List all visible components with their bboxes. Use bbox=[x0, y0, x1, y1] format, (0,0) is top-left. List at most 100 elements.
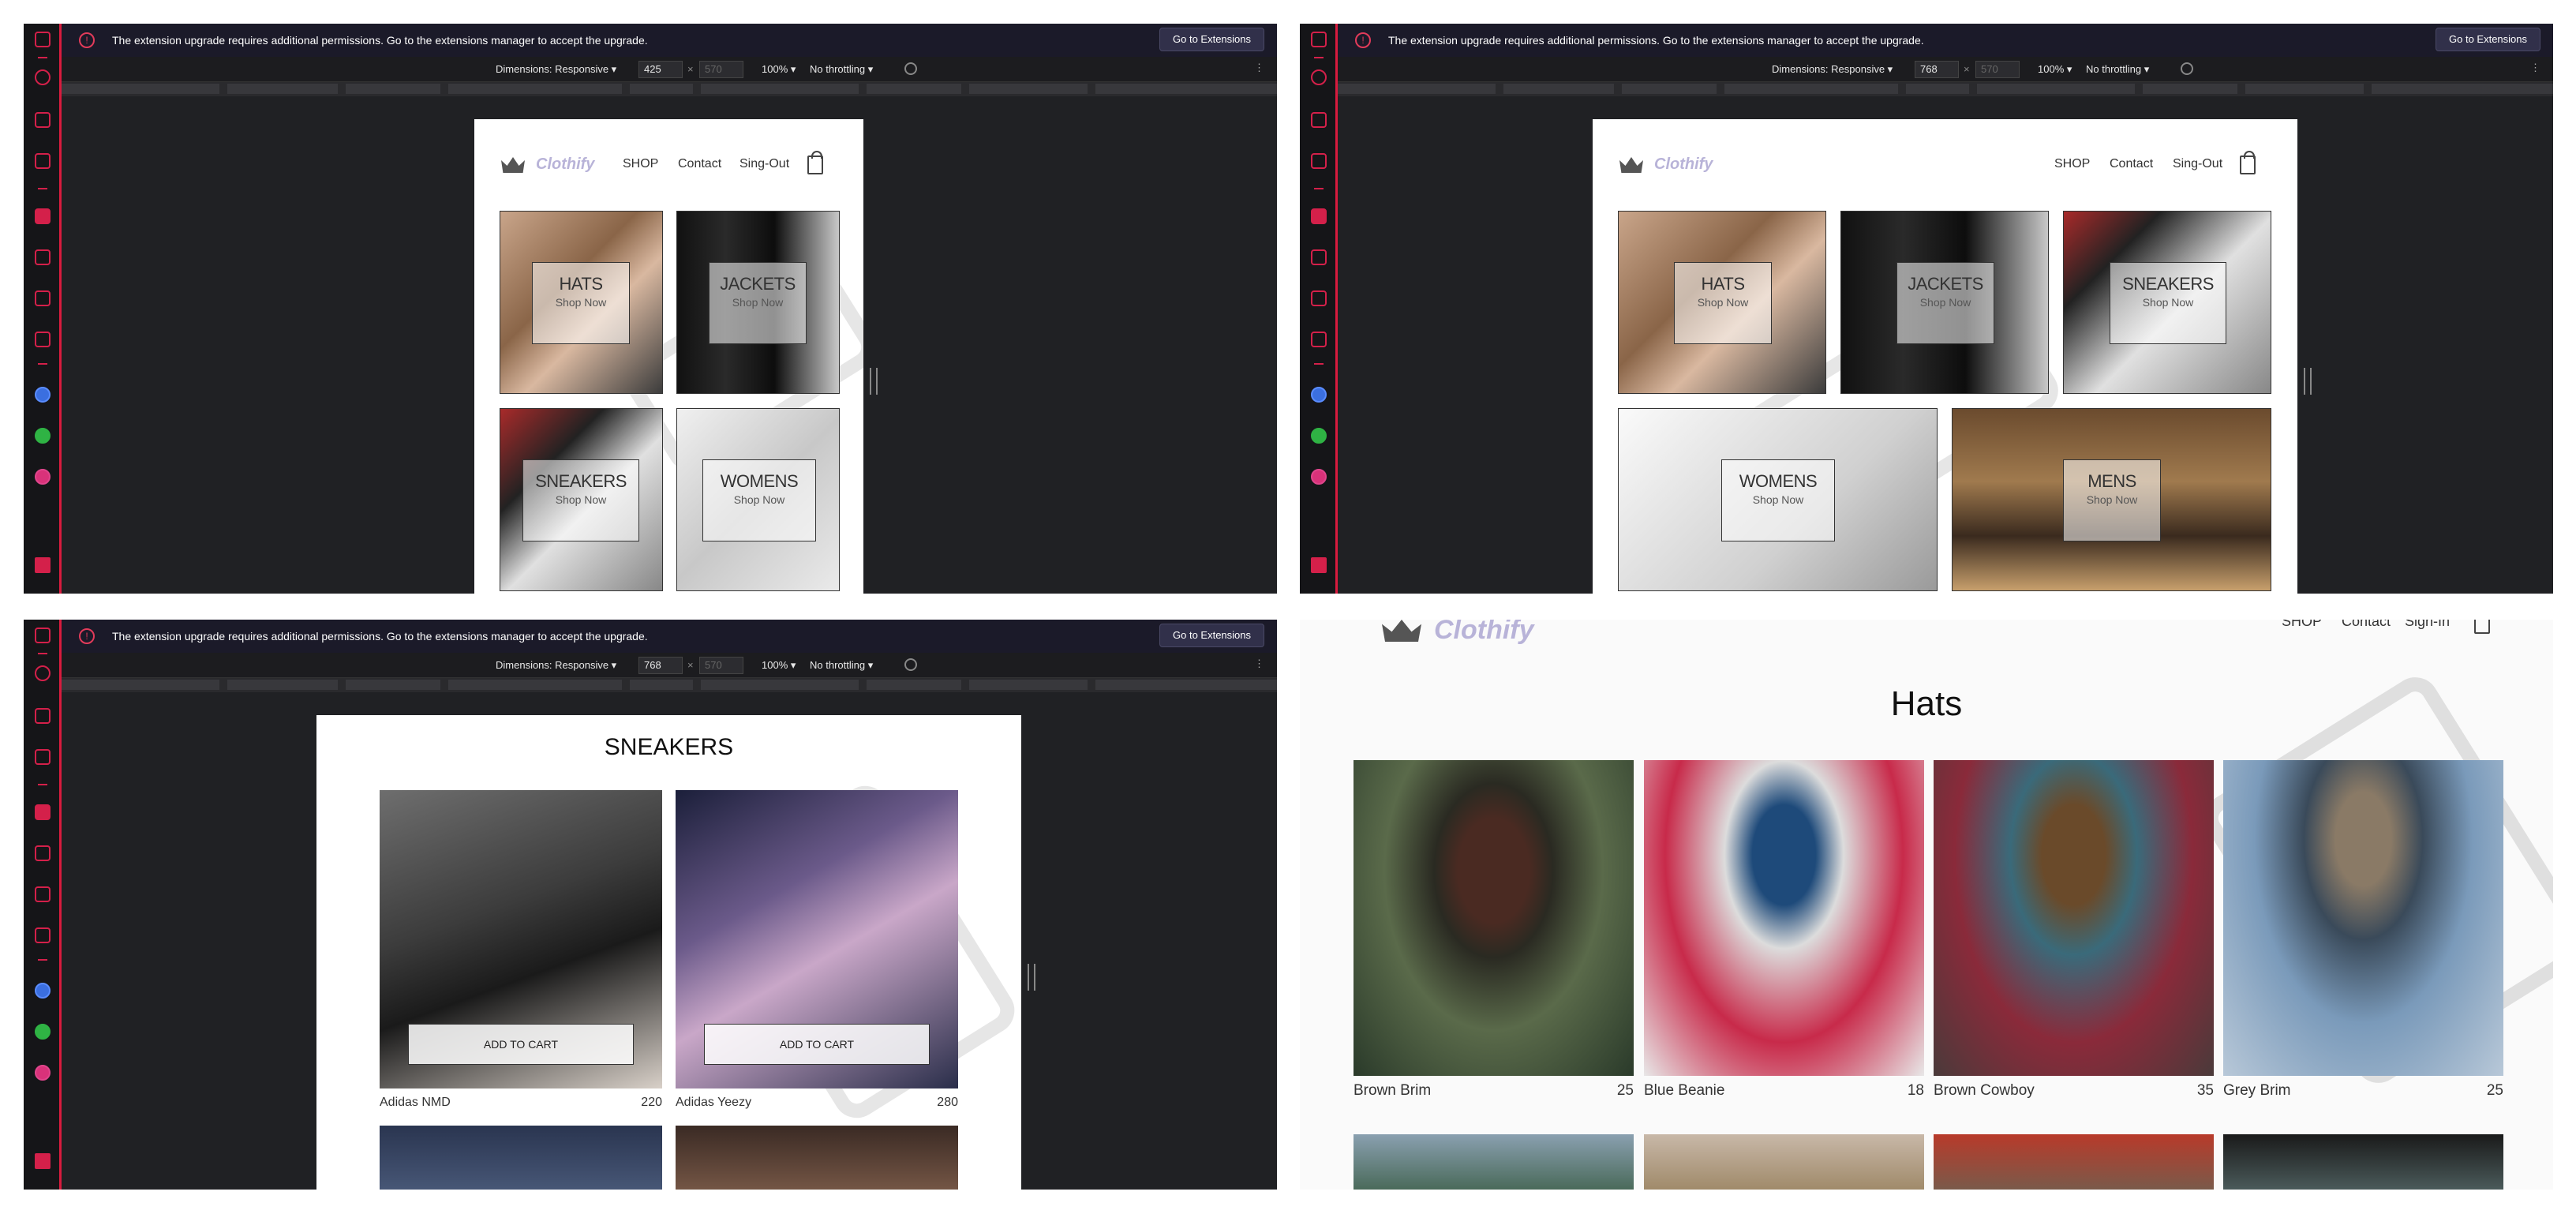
briefcase-icon[interactable] bbox=[35, 845, 51, 861]
instagram-icon[interactable] bbox=[35, 469, 51, 485]
home-icon[interactable] bbox=[1311, 208, 1327, 224]
category-tile-jackets[interactable]: JACKETS Shop Now bbox=[1840, 211, 2049, 394]
go-to-extensions-button[interactable]: Go to Extensions bbox=[2436, 28, 2540, 51]
nav-shop[interactable]: SHOP bbox=[2282, 620, 2322, 630]
height-input[interactable]: 570 bbox=[699, 657, 743, 674]
logo-text[interactable]: Clothify bbox=[536, 155, 594, 174]
throttling-dropdown[interactable]: No throttling ▾ bbox=[810, 63, 873, 76]
category-tile-womens[interactable]: WOMENS Shop Now bbox=[676, 408, 840, 591]
add-to-cart-button[interactable]: ADD TO CART bbox=[408, 1024, 634, 1065]
product-card[interactable]: ADD TO CART bbox=[676, 790, 958, 1088]
dimensions-dropdown[interactable]: Dimensions: Responsive ▾ bbox=[496, 659, 616, 672]
nav-contact[interactable]: Contact bbox=[2110, 157, 2153, 171]
add-to-cart-button[interactable]: ADD TO CART bbox=[704, 1024, 930, 1065]
product-card[interactable]: ADD TO CART bbox=[380, 790, 662, 1088]
box-icon[interactable] bbox=[35, 153, 51, 169]
category-tile-sneakers[interactable]: SNEAKERS Shop Now bbox=[2063, 211, 2271, 394]
nav-signout[interactable]: Sing-Out bbox=[2173, 157, 2222, 171]
briefcase-icon[interactable] bbox=[35, 249, 51, 265]
product-card[interactable] bbox=[1644, 760, 1924, 1076]
product-card[interactable] bbox=[1934, 760, 2214, 1076]
crown-logo-icon[interactable] bbox=[501, 157, 525, 173]
more-options-icon[interactable]: ⋮ bbox=[2530, 62, 2540, 74]
nav-shop[interactable]: SHOP bbox=[2054, 157, 2090, 171]
messenger-icon[interactable] bbox=[35, 983, 51, 999]
crown-logo-icon[interactable] bbox=[1619, 157, 1643, 173]
whatsapp-icon[interactable] bbox=[35, 1024, 51, 1040]
rotate-icon[interactable] bbox=[2181, 62, 2193, 75]
nav-shop[interactable]: SHOP bbox=[623, 157, 658, 171]
logo-text[interactable]: Clothify bbox=[1654, 155, 1713, 174]
go-to-extensions-button[interactable]: Go to Extensions bbox=[1159, 28, 1264, 51]
crown-icon[interactable] bbox=[35, 886, 51, 902]
bag-icon[interactable] bbox=[1311, 112, 1327, 128]
instagram-icon[interactable] bbox=[1311, 469, 1327, 485]
mail-icon[interactable] bbox=[1311, 32, 1327, 47]
speed-dial-icon[interactable] bbox=[1311, 69, 1327, 85]
product-card[interactable] bbox=[1354, 1134, 1634, 1190]
dimensions-dropdown[interactable]: Dimensions: Responsive ▾ bbox=[496, 63, 616, 76]
video-icon[interactable] bbox=[35, 927, 51, 943]
briefcase-icon[interactable] bbox=[1311, 249, 1327, 265]
height-input[interactable]: 570 bbox=[699, 61, 743, 78]
app-logo-icon[interactable] bbox=[35, 557, 51, 573]
width-input[interactable]: 425 bbox=[638, 61, 683, 78]
speed-dial-icon[interactable] bbox=[35, 665, 51, 681]
category-tile-mens[interactable]: MENS Shop Now bbox=[1952, 408, 2271, 591]
box-icon[interactable] bbox=[1311, 153, 1327, 169]
resize-handle[interactable] bbox=[1028, 964, 1035, 991]
nav-signout[interactable]: Sing-Out bbox=[739, 157, 789, 171]
category-tile-womens[interactable]: WOMENS Shop Now bbox=[1618, 408, 1938, 591]
bag-icon[interactable] bbox=[35, 708, 51, 724]
resize-handle[interactable] bbox=[870, 368, 878, 395]
width-input[interactable]: 768 bbox=[638, 657, 683, 674]
zoom-dropdown[interactable]: 100% ▾ bbox=[762, 659, 796, 672]
box-icon[interactable] bbox=[35, 749, 51, 765]
bag-icon[interactable] bbox=[35, 112, 51, 128]
logo-text[interactable]: Clothify bbox=[1434, 620, 1534, 646]
nav-contact[interactable]: Contact bbox=[2342, 620, 2391, 630]
video-icon[interactable] bbox=[1311, 332, 1327, 347]
cart-bag-icon[interactable] bbox=[2474, 620, 2490, 634]
whatsapp-icon[interactable] bbox=[35, 428, 51, 444]
home-icon[interactable] bbox=[35, 208, 51, 224]
resize-handle[interactable] bbox=[2304, 368, 2312, 395]
throttling-dropdown[interactable]: No throttling ▾ bbox=[810, 659, 873, 672]
product-card[interactable] bbox=[2223, 1134, 2503, 1190]
product-card[interactable] bbox=[1644, 1134, 1924, 1190]
cart-bag-icon[interactable] bbox=[2240, 151, 2256, 174]
instagram-icon[interactable] bbox=[35, 1065, 51, 1081]
video-icon[interactable] bbox=[35, 332, 51, 347]
category-tile-sneakers[interactable]: SNEAKERS Shop Now bbox=[500, 408, 663, 591]
product-card[interactable] bbox=[676, 1126, 958, 1190]
mail-icon[interactable] bbox=[35, 628, 51, 643]
home-icon[interactable] bbox=[35, 804, 51, 820]
product-card[interactable] bbox=[2223, 760, 2503, 1076]
product-card[interactable] bbox=[380, 1126, 662, 1190]
rotate-icon[interactable] bbox=[904, 658, 917, 671]
zoom-dropdown[interactable]: 100% ▾ bbox=[762, 63, 796, 76]
dimensions-dropdown[interactable]: Dimensions: Responsive ▾ bbox=[1772, 63, 1893, 76]
cart-bag-icon[interactable] bbox=[807, 151, 823, 174]
speed-dial-icon[interactable] bbox=[35, 69, 51, 85]
width-input[interactable]: 768 bbox=[1915, 61, 1959, 78]
more-options-icon[interactable]: ⋮ bbox=[1254, 658, 1264, 670]
more-options-icon[interactable]: ⋮ bbox=[1254, 62, 1264, 74]
messenger-icon[interactable] bbox=[1311, 387, 1327, 403]
product-card[interactable] bbox=[1354, 760, 1634, 1076]
go-to-extensions-button[interactable]: Go to Extensions bbox=[1159, 624, 1264, 647]
category-tile-jackets[interactable]: JACKETS Shop Now bbox=[676, 211, 840, 394]
whatsapp-icon[interactable] bbox=[1311, 428, 1327, 444]
crown-icon[interactable] bbox=[35, 290, 51, 306]
mail-icon[interactable] bbox=[35, 32, 51, 47]
rotate-icon[interactable] bbox=[904, 62, 917, 75]
product-card[interactable] bbox=[1934, 1134, 2214, 1190]
category-tile-hats[interactable]: HATS Shop Now bbox=[500, 211, 663, 394]
app-logo-icon[interactable] bbox=[35, 1153, 51, 1169]
crown-icon[interactable] bbox=[1311, 290, 1327, 306]
nav-contact[interactable]: Contact bbox=[678, 157, 721, 171]
category-tile-hats[interactable]: HATS Shop Now bbox=[1618, 211, 1826, 394]
zoom-dropdown[interactable]: 100% ▾ bbox=[2038, 63, 2072, 76]
app-logo-icon[interactable] bbox=[1311, 557, 1327, 573]
nav-signin[interactable]: Sign-In bbox=[2405, 620, 2450, 630]
